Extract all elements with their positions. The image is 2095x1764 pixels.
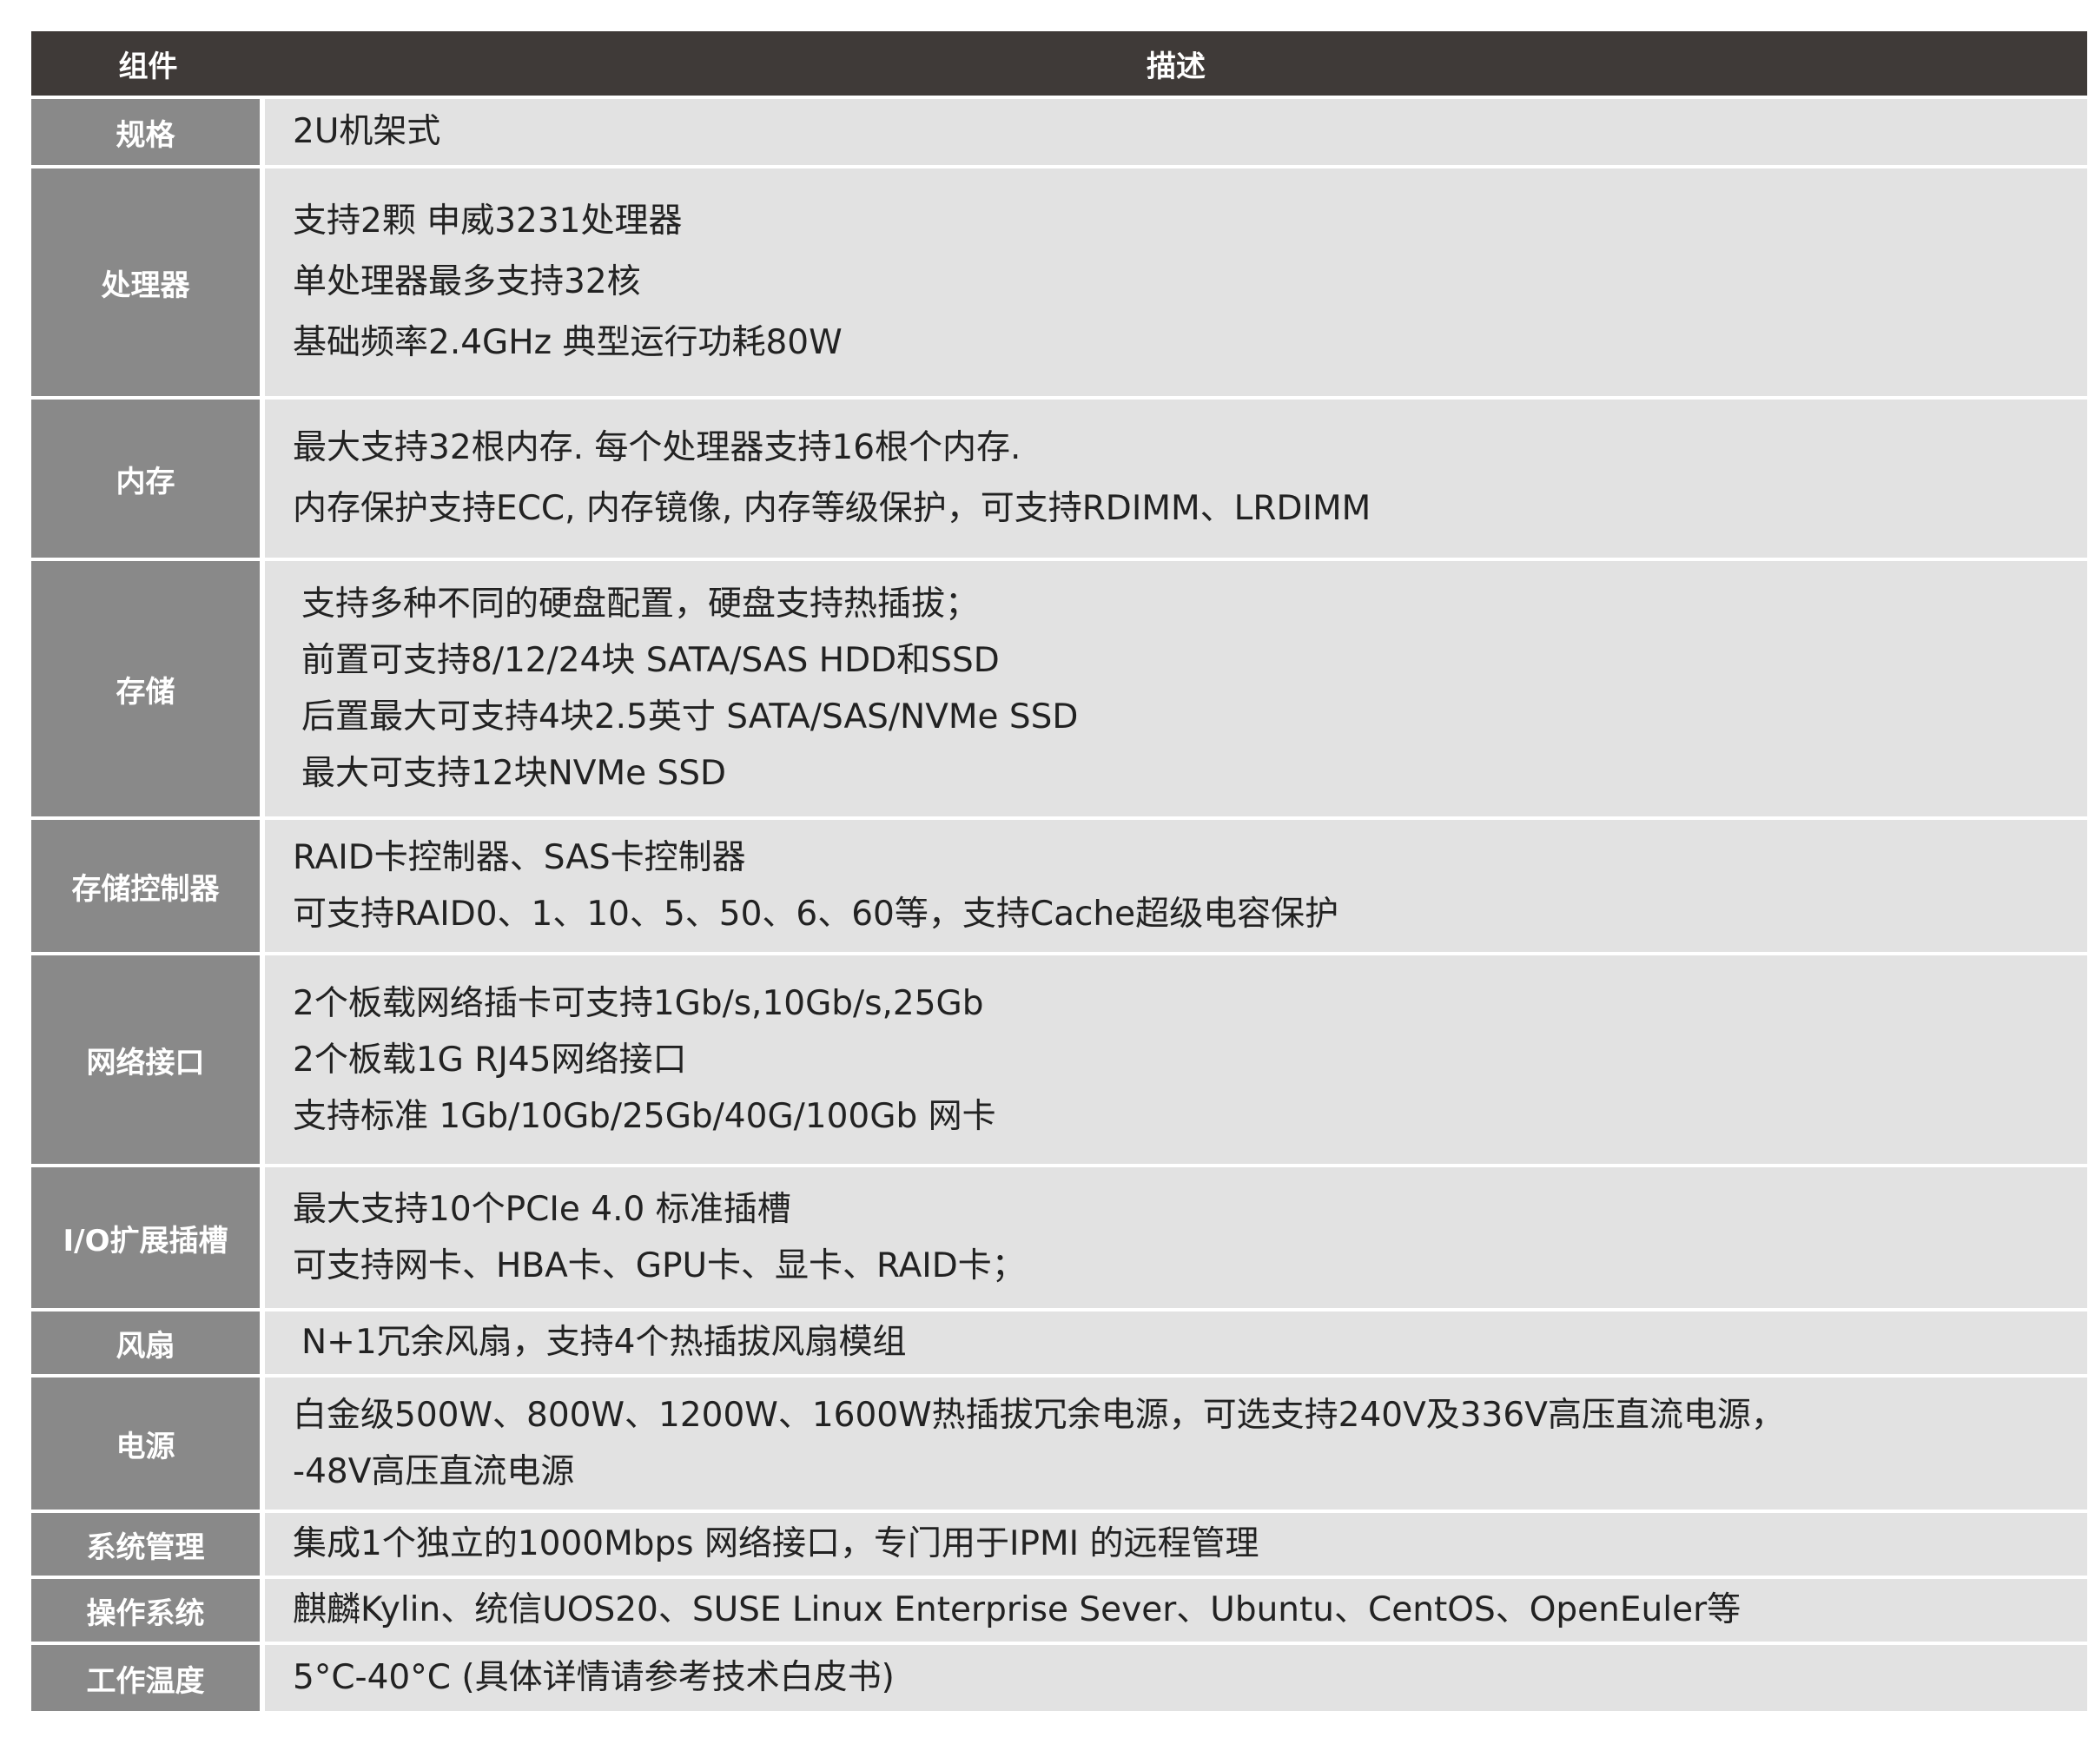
table-row: 处理器 支持2颗 申威3231处理器 单处理器最多支持32核基础频率2.4GHz 典… (31, 168, 2087, 396)
row-description: 集成1个独立的1000Mbps 网络接口，专门用于IPMI 的远程管理 (265, 1513, 2087, 1576)
description-line: -48V高压直流电源 (293, 1452, 575, 1491)
row-label: 网络接口 (31, 955, 260, 1164)
row-description: RAID卡控制器、SAS卡控制器可支持RAID0、1、10、5、50、6、60等… (265, 820, 2087, 952)
table-row: I/O扩展插槽 最大支持10个PCIe 4.0 标准插槽可支持网卡、HBA卡、GP… (31, 1167, 2087, 1308)
description-lines: 白金级500W、800W、1200W、1600W热插拔冗余电源，可选支持240V… (265, 1387, 2087, 1500)
description-line: N+1冗余风扇，支持4个热插拔风扇模组 (301, 1323, 907, 1362)
row-label: 风扇 (31, 1311, 260, 1374)
row-description: 支持多种不同的硬盘配置，硬盘支持热插拔； 前置可支持8/12/24块 SATA/S… (265, 561, 2087, 816)
table-row: 存储 支持多种不同的硬盘配置，硬盘支持热插拔； 前置可支持8/12/24块 SATA… (31, 561, 2087, 816)
description-lines: 5°C-40°C (具体详情请参考技术白皮书) (265, 1652, 2087, 1704)
row-label: 工作温度 (31, 1645, 260, 1711)
description-lines: 2U机架式 (265, 106, 2087, 158)
description-line: 集成1个独立的1000Mbps 网络接口，专门用于IPMI 的远程管理 (293, 1524, 1259, 1563)
row-label: 处理器 (31, 168, 260, 396)
table-row: 工作温度 5°C-40°C (具体详情请参考技术白皮书) (31, 1645, 2087, 1711)
description-line: 内存保护支持ECC, 内存镜像, 内存等级保护，可支持RDIMM、LRDIMM (293, 489, 1371, 528)
row-label: 规格 (31, 99, 260, 165)
description-lines: 支持多种不同的硬盘配置，硬盘支持热插拔； 前置可支持8/12/24块 SATA/S… (265, 576, 2087, 802)
row-label: 存储控制器 (31, 820, 260, 952)
row-description: 最大支持32根内存. 每个处理器支持16根个内存. 内存保护支持ECC, 内存镜像… (265, 400, 2087, 558)
header-row: 组件 描述 (31, 31, 2087, 96)
header-component: 组件 (31, 31, 265, 96)
row-description: 支持2颗 申威3231处理器 单处理器最多支持32核基础频率2.4GHz 典型运行… (265, 168, 2087, 396)
description-line: 可支持RAID0、1、10、5、50、6、60等，支持Cache超级电容保护 (293, 895, 1339, 934)
table-row: 风扇 N+1冗余风扇，支持4个热插拔风扇模组 (31, 1311, 2087, 1374)
description-line: 麒麟Kylin、统信UOS20、SUSE Linux Enterprise Se… (293, 1590, 1741, 1629)
description-line: 2个板载网络插卡可支持1Gb/s,10Gb/s,25Gb (293, 983, 984, 1023)
row-description: 最大支持10个PCIe 4.0 标准插槽可支持网卡、HBA卡、GPU卡、显卡、R… (265, 1167, 2087, 1308)
description-line: 单处理器最多支持32核 (293, 262, 641, 301)
table-row: 存储控制器 RAID卡控制器、SAS卡控制器 可支持RAID0、1、10、5、50、… (31, 820, 2087, 952)
row-description: 5°C-40°C (具体详情请参考技术白皮书) (265, 1645, 2087, 1711)
row-description: 白金级500W、800W、1200W、1600W热插拔冗余电源，可选支持240V… (265, 1378, 2087, 1510)
description-lines: 最大支持32根内存. 每个处理器支持16根个内存. 内存保护支持ECC, 内存镜像… (265, 418, 2087, 539)
spec-table: 组件 描述 规格 2U机架式 处理器 支持2颗 申威3231处理器 单处理器最多支持32… (31, 28, 2087, 1714)
row-description: 2U机架式 (265, 99, 2087, 165)
table-row: 网络接口 2个板载网络插卡可支持1Gb/s,10Gb/s,25Gb 2个板载1G R… (31, 955, 2087, 1164)
description-line: 可支持网卡、HBA卡、GPU卡、显卡、RAID卡； (293, 1246, 1026, 1285)
description-line: 基础频率2.4GHz 典型运行功耗80W (293, 323, 843, 362)
row-label: 存储 (31, 561, 260, 816)
description-lines: 麒麟Kylin、统信UOS20、SUSE Linux Enterprise Se… (265, 1584, 2087, 1636)
table-row: 内存 最大支持32根内存. 每个处理器支持16根个内存. 内存保护支持ECC, 内存… (31, 400, 2087, 558)
table-row: 电源 白金级500W、800W、1200W、1600W热插拔冗余电源，可选支持24… (31, 1378, 2087, 1510)
description-line: 5°C-40°C (具体详情请参考技术白皮书) (293, 1658, 895, 1697)
description-lines: 2个板载网络插卡可支持1Gb/s,10Gb/s,25Gb 2个板载1G RJ45网… (265, 975, 2087, 1145)
description-line: 白金级500W、800W、1200W、1600W热插拔冗余电源，可选支持240V… (293, 1396, 1785, 1435)
description-line: 支持2颗 申威3231处理器 (293, 202, 683, 241)
header-description: 描述 (265, 31, 2087, 96)
description-lines: 支持2颗 申威3231处理器 单处理器最多支持32核基础频率2.4GHz 典型运行… (265, 191, 2087, 373)
row-description: 麒麟Kylin、统信UOS20、SUSE Linux Enterprise Se… (265, 1579, 2087, 1642)
table-row: 规格 2U机架式 (31, 99, 2087, 165)
description-line: 前置可支持8/12/24块 SATA/SAS HDD和SSD (301, 641, 1000, 680)
row-description: N+1冗余风扇，支持4个热插拔风扇模组 (265, 1311, 2087, 1374)
table-row: 系统管理 集成1个独立的1000Mbps 网络接口，专门用于IPMI 的远程管理 (31, 1513, 2087, 1576)
row-label: I/O扩展插槽 (31, 1167, 260, 1308)
description-line: 支持多种不同的硬盘配置，硬盘支持热插拔； (301, 585, 980, 624)
description-line: 2个板载1G RJ45网络接口 (293, 1040, 687, 1080)
description-lines: N+1冗余风扇，支持4个热插拔风扇模组 (265, 1317, 2087, 1369)
description-line: 最大可支持12块NVMe SSD (301, 754, 727, 793)
row-label: 操作系统 (31, 1579, 260, 1642)
description-line: 2U机架式 (293, 112, 441, 151)
row-label: 系统管理 (31, 1513, 260, 1576)
description-line: 最大支持32根内存. 每个处理器支持16根个内存. (293, 428, 1021, 467)
description-line: RAID卡控制器、SAS卡控制器 (293, 838, 746, 877)
description-line: 最大支持10个PCIe 4.0 标准插槽 (293, 1190, 791, 1229)
description-line: 后置最大可支持4块2.5英寸 SATA/SAS/NVMe SSD (301, 697, 1079, 737)
row-description: 2个板载网络插卡可支持1Gb/s,10Gb/s,25Gb 2个板载1G RJ45网… (265, 955, 2087, 1164)
description-lines: 集成1个独立的1000Mbps 网络接口，专门用于IPMI 的远程管理 (265, 1518, 2087, 1570)
spec-table-body: 规格 2U机架式 处理器 支持2颗 申威3231处理器 单处理器最多支持32核基础频率2… (31, 99, 2087, 1711)
row-label: 电源 (31, 1378, 260, 1510)
description-line: 支持标准 1Gb/10Gb/25Gb/40G/100Gb 网卡 (293, 1096, 996, 1136)
description-lines: RAID卡控制器、SAS卡控制器可支持RAID0、1、10、5、50、6、60等… (265, 829, 2087, 942)
row-label: 内存 (31, 400, 260, 558)
table-row: 操作系统 麒麟Kylin、统信UOS20、SUSE Linux Enterpris… (31, 1579, 2087, 1642)
description-lines: 最大支持10个PCIe 4.0 标准插槽可支持网卡、HBA卡、GPU卡、显卡、R… (265, 1181, 2087, 1294)
